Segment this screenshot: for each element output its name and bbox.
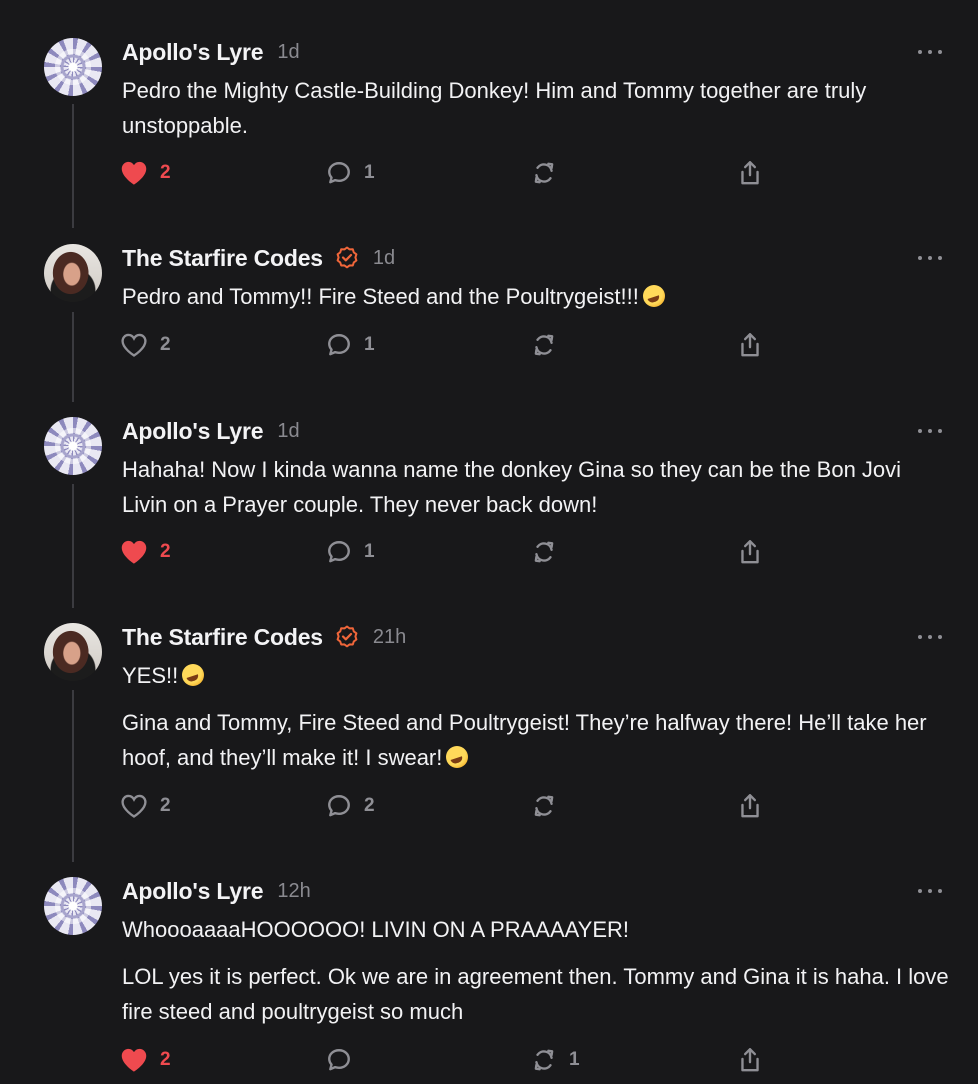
share-button[interactable]: [737, 1045, 763, 1075]
author-name[interactable]: The Starfire Codes: [122, 245, 323, 272]
repost-count: 1: [569, 1049, 580, 1070]
comment-icon: [328, 541, 350, 563]
reply-button[interactable]: 2: [326, 791, 375, 821]
repost-icon: [534, 1049, 554, 1071]
timestamp[interactable]: 1d: [277, 420, 299, 443]
share-icon: [741, 794, 759, 818]
avatar[interactable]: [44, 38, 102, 96]
author-name[interactable]: Apollo's Lyre: [122, 418, 264, 445]
share-icon: [741, 333, 759, 357]
more-options-icon[interactable]: [918, 889, 942, 895]
post-actions: 2 2: [0, 791, 978, 821]
like-button[interactable]: 2: [120, 330, 171, 360]
post-text: WhoooaaaaHOOOOOO! LIVIN ON A PRAAAAYER!: [122, 917, 630, 942]
heart-outline-icon: [121, 333, 147, 357]
comment-icon: [328, 795, 350, 817]
heart-filled-icon: [121, 161, 147, 185]
heart-outline-icon: [121, 794, 147, 818]
more-options-icon[interactable]: [918, 429, 942, 435]
repost-button[interactable]: [531, 791, 569, 821]
post-body: Pedro and Tommy!! Fire Steed and the Pou…: [122, 279, 952, 326]
like-count: 2: [160, 334, 171, 355]
reply-button[interactable]: [326, 1045, 364, 1075]
reply-button[interactable]: 1: [326, 158, 375, 188]
rofl-emoji-icon: [182, 664, 205, 686]
post-body: Hahaha! Now I kinda wanna name the donke…: [122, 452, 952, 534]
like-button[interactable]: 2: [120, 537, 171, 567]
timestamp[interactable]: 21h: [373, 626, 406, 649]
post-actions: 2 1: [0, 330, 978, 360]
avatar[interactable]: [44, 623, 102, 681]
share-button[interactable]: [737, 537, 763, 567]
post-text: LOL yes it is perfect. Ok we are in agre…: [122, 964, 949, 1024]
repost-icon: [534, 334, 554, 356]
like-count: 2: [160, 162, 171, 183]
repost-button[interactable]: [531, 537, 569, 567]
comment-icon: [328, 334, 350, 356]
timestamp[interactable]: 1d: [277, 41, 299, 64]
post-body: Pedro the Mighty Castle-Building Donkey!…: [122, 73, 952, 155]
repost-icon: [534, 541, 554, 563]
post-text: Pedro the Mighty Castle-Building Donkey!…: [122, 78, 867, 138]
like-button[interactable]: 2: [120, 1045, 171, 1075]
comment-icon: [328, 1049, 350, 1071]
avatar[interactable]: [44, 417, 102, 475]
like-count: 2: [160, 1049, 171, 1070]
more-options-icon[interactable]: [918, 256, 942, 262]
rofl-emoji-icon: [446, 746, 469, 768]
reply-button[interactable]: 1: [326, 330, 375, 360]
post-body: WhoooaaaaHOOOOOO! LIVIN ON A PRAAAAYER! …: [122, 912, 952, 1041]
reply-count: 1: [364, 334, 375, 355]
author-name[interactable]: Apollo's Lyre: [122, 39, 264, 66]
author-name[interactable]: Apollo's Lyre: [122, 878, 264, 905]
share-button[interactable]: [737, 158, 763, 188]
like-count: 2: [160, 541, 171, 562]
repost-button[interactable]: 1: [531, 1045, 580, 1075]
heart-filled-icon: [121, 1048, 147, 1072]
reply-count: 1: [364, 541, 375, 562]
like-count: 2: [160, 795, 171, 816]
repost-button[interactable]: [531, 158, 569, 188]
heart-filled-icon: [121, 540, 147, 564]
author-name[interactable]: The Starfire Codes: [122, 624, 323, 651]
post-text: Hahaha! Now I kinda wanna name the donke…: [122, 457, 902, 517]
share-button[interactable]: [737, 791, 763, 821]
post-body: YES!! Gina and Tommy, Fire Steed and Pou…: [122, 658, 952, 787]
comment-icon: [328, 162, 350, 184]
reply-count: 1: [364, 162, 375, 183]
avatar[interactable]: [44, 244, 102, 302]
share-button[interactable]: [737, 330, 763, 360]
more-options-icon[interactable]: [918, 635, 942, 641]
verified-badge-icon: [335, 625, 359, 649]
reply-count: 2: [364, 795, 375, 816]
like-button[interactable]: 2: [120, 158, 171, 188]
post-text: Pedro and Tommy!! Fire Steed and the Pou…: [122, 279, 952, 314]
share-icon: [741, 1048, 759, 1072]
repost-button[interactable]: [531, 330, 569, 360]
repost-icon: [534, 795, 554, 817]
verified-badge-icon: [335, 246, 359, 270]
more-options-icon[interactable]: [918, 50, 942, 56]
rofl-emoji-icon: [642, 285, 665, 307]
timestamp[interactable]: 12h: [277, 880, 310, 903]
post-text: YES!!: [122, 658, 952, 693]
timestamp[interactable]: 1d: [373, 247, 395, 270]
share-icon: [741, 161, 759, 185]
avatar[interactable]: [44, 877, 102, 935]
repost-icon: [534, 162, 554, 184]
post-text: Gina and Tommy, Fire Steed and Poultryge…: [122, 710, 927, 770]
like-button[interactable]: 2: [120, 791, 171, 821]
post-actions: 2 1: [0, 158, 978, 188]
post-actions: 2 1: [0, 537, 978, 567]
post-actions: 2 1: [0, 1045, 978, 1075]
reply-button[interactable]: 1: [326, 537, 375, 567]
thread-line: [72, 690, 74, 862]
share-icon: [741, 540, 759, 564]
